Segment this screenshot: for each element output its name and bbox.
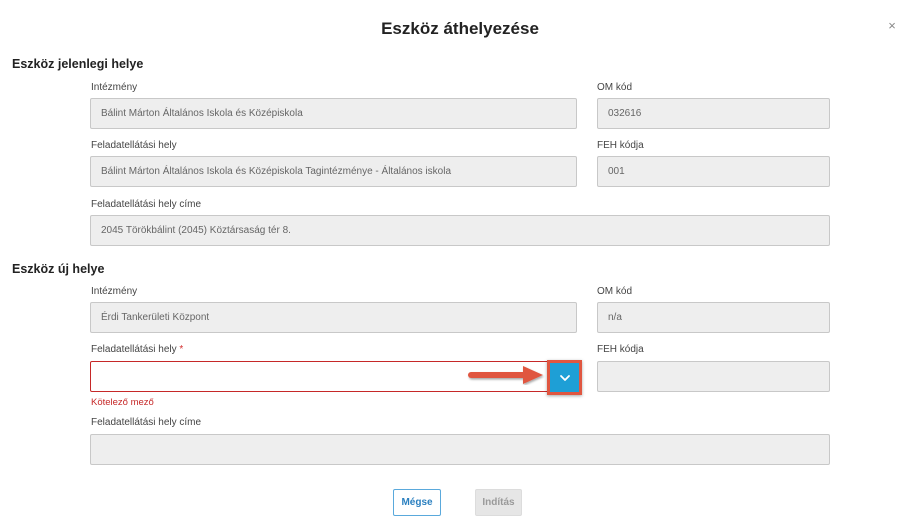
close-icon[interactable]: × <box>885 19 899 33</box>
cancel-button[interactable]: Mégse <box>393 489 441 516</box>
current-om-code-field: 032616 <box>597 98 830 129</box>
new-address-label: Feladatellátási hely címe <box>91 417 202 428</box>
new-institution-label: Intézmény <box>91 286 138 297</box>
current-feh-code-label: FEH kódja <box>597 140 644 151</box>
dropdown-toggle-button[interactable] <box>547 360 582 395</box>
new-institution-field: Érdi Tankerületi Központ <box>90 302 577 333</box>
modal-title: Eszköz áthelyezése <box>381 19 539 38</box>
current-institution-field: Bálint Márton Általános Iskola és Középi… <box>90 98 577 129</box>
new-feh-code-field <box>597 361 830 392</box>
current-address-label: Feladatellátási hely címe <box>91 199 202 210</box>
required-marker: * <box>179 344 184 355</box>
new-address-field <box>90 434 830 465</box>
current-feh-code-field: 001 <box>597 156 830 187</box>
new-location-title: Eszköz új helye <box>12 262 105 276</box>
site-error-message: Kötelező mező <box>91 397 154 408</box>
current-site-field: Bálint Márton Általános Iskola és Középi… <box>90 156 577 187</box>
new-site-label-text: Feladatellátási hely <box>91 344 177 355</box>
current-site-label: Feladatellátási hely <box>91 140 177 151</box>
new-feh-code-label: FEH kódja <box>597 344 644 355</box>
current-om-code-label: OM kód <box>597 82 633 93</box>
current-address-field: 2045 Törökbálint (2045) Köztársaság tér … <box>90 215 830 246</box>
new-om-code-field: n/a <box>597 302 830 333</box>
new-site-label: Feladatellátási hely * <box>91 344 183 355</box>
current-location-title: Eszköz jelenlegi helye <box>12 57 144 71</box>
start-button[interactable]: Indítás <box>475 489 522 516</box>
new-om-code-label: OM kód <box>597 286 633 297</box>
current-institution-label: Intézmény <box>91 82 138 93</box>
chevron-down-icon <box>559 374 570 381</box>
annotation-arrow-icon <box>465 365 547 390</box>
